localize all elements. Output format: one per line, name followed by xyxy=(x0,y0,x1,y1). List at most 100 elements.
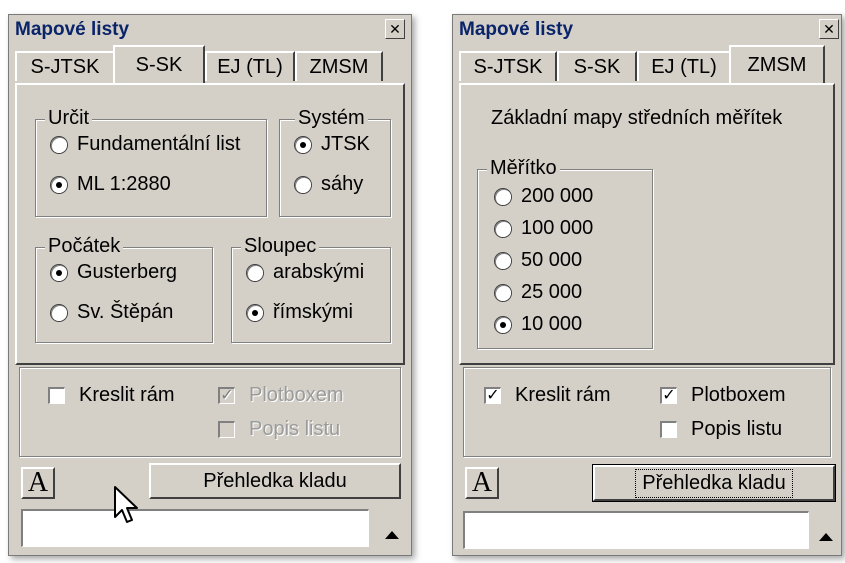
group-pocatek-legend: Počátek xyxy=(45,235,124,257)
left-dialog: Mapové listy ✕ S-JTSK S-SK EJ (TL) ZMSM … xyxy=(8,14,412,556)
group-system-legend: Systém xyxy=(295,107,368,129)
checkbox-indicator xyxy=(660,421,677,438)
tab-strip: S-JTSK S-SK EJ (TL) ZMSM xyxy=(459,45,835,83)
checkbox-label: Popis listu xyxy=(249,418,341,440)
radio-label: Gusterberg xyxy=(77,261,178,283)
font-button[interactable]: A xyxy=(465,467,499,499)
radio-label: arabskými xyxy=(273,261,365,283)
radio-label: 25 000 xyxy=(521,281,583,303)
radio-label: 200 000 xyxy=(521,185,594,207)
font-button[interactable]: A xyxy=(21,467,55,499)
radio-indicator xyxy=(495,188,511,205)
text-input[interactable] xyxy=(463,511,809,549)
radio-indicator xyxy=(495,316,511,333)
tab-s-jtsk[interactable]: S-JTSK xyxy=(459,51,557,81)
tab-zmsm[interactable]: ZMSM xyxy=(295,51,383,81)
close-icon: ✕ xyxy=(389,21,401,37)
tab-page-s-sk: Určit Fundamentální list ML 1:2880 Systé… xyxy=(15,83,405,365)
radio-indicator xyxy=(247,304,263,321)
prehledka-kladu-button[interactable]: Přehledka kladu xyxy=(592,464,836,502)
radio-indicator xyxy=(295,136,311,153)
checkbox-label: Plotboxem xyxy=(249,384,344,406)
radio-ml-1-2880[interactable]: ML 1:2880 xyxy=(51,173,171,196)
radio-indicator xyxy=(51,136,67,153)
radio-200000[interactable]: 200 000 xyxy=(495,185,593,208)
radio-label: JTSK xyxy=(321,133,370,155)
options-group: ✓ Kreslit rám ✓ Plotboxem Popis listu xyxy=(463,367,831,457)
scroll-up-arrow-icon[interactable] xyxy=(819,533,833,541)
title-bar: Mapové listy ✕ xyxy=(9,15,411,43)
radio-rimskymi[interactable]: římskými xyxy=(247,301,353,324)
radio-25000[interactable]: 25 000 xyxy=(495,281,582,304)
group-system: Systém JTSK sáhy xyxy=(279,107,391,217)
right-dialog: Mapové listy ✕ S-JTSK S-SK EJ (TL) ZMSM … xyxy=(452,14,842,556)
close-button[interactable]: ✕ xyxy=(385,19,405,39)
radio-fundamentalni-list[interactable]: Fundamentální list xyxy=(51,133,240,156)
radio-100000[interactable]: 100 000 xyxy=(495,217,593,240)
tab-s-jtsk[interactable]: S-JTSK xyxy=(15,51,115,81)
radio-indicator xyxy=(51,176,67,193)
radio-indicator xyxy=(495,252,511,269)
group-urcit-legend: Určit xyxy=(45,107,93,129)
checkbox-label: Popis listu xyxy=(691,418,783,440)
radio-label: sáhy xyxy=(321,173,364,195)
check-plotboxem[interactable]: ✓ Plotboxem xyxy=(660,384,786,407)
close-button[interactable]: ✕ xyxy=(819,19,839,39)
checkbox-label: Kreslit rám xyxy=(515,384,611,406)
radio-indicator xyxy=(51,264,67,281)
radio-indicator xyxy=(51,304,67,321)
checkbox-label: Plotboxem xyxy=(691,384,786,406)
radio-sv-stepan[interactable]: Sv. Štěpán xyxy=(51,301,173,324)
radio-10000[interactable]: 10 000 xyxy=(495,313,582,336)
radio-label: ML 1:2880 xyxy=(77,173,171,195)
text-input[interactable] xyxy=(21,509,369,547)
dialog-title: Mapové listy xyxy=(15,19,130,40)
checkbox-indicator xyxy=(218,421,235,438)
check-kreslit-ram[interactable]: Kreslit rám xyxy=(48,384,175,407)
tab-s-sk[interactable]: S-SK xyxy=(557,51,637,81)
radio-arabskymi[interactable]: arabskými xyxy=(247,261,364,284)
group-pocatek: Počátek Gusterberg Sv. Štěpán xyxy=(35,235,213,343)
group-meritko-legend: Měřítko xyxy=(487,157,560,179)
button-label: Přehledka kladu xyxy=(635,468,793,498)
checkbox-indicator: ✓ xyxy=(660,387,677,404)
tab-ej-tl[interactable]: EJ (TL) xyxy=(205,51,295,81)
dialog-title: Mapové listy xyxy=(459,19,574,40)
checkbox-indicator: ✓ xyxy=(484,387,501,404)
title-bar: Mapové listy ✕ xyxy=(453,15,841,43)
radio-50000[interactable]: 50 000 xyxy=(495,249,582,272)
check-kreslit-ram[interactable]: ✓ Kreslit rám xyxy=(484,384,611,407)
radio-indicator xyxy=(247,264,263,281)
checkbox-indicator xyxy=(48,387,65,404)
radio-label: Sv. Štěpán xyxy=(77,301,174,323)
tab-strip: S-JTSK S-SK EJ (TL) ZMSM xyxy=(15,45,405,83)
group-meritko: Měřítko 200 000 100 000 50 000 25 000 10… xyxy=(477,157,653,349)
radio-label: římskými xyxy=(273,301,353,323)
checkbox-label: Kreslit rám xyxy=(79,384,175,406)
mouse-cursor-icon xyxy=(114,486,138,523)
radio-jtsk[interactable]: JTSK xyxy=(295,133,370,156)
radio-indicator xyxy=(495,284,511,301)
check-plotboxem[interactable]: ✓ Plotboxem xyxy=(218,384,344,407)
zmsm-heading: Základní mapy středních měřítek xyxy=(491,107,783,129)
prehledka-kladu-button[interactable]: Přehledka kladu xyxy=(149,463,401,499)
radio-gusterberg[interactable]: Gusterberg xyxy=(51,261,177,284)
radio-indicator xyxy=(495,220,511,237)
group-urcit: Určit Fundamentální list ML 1:2880 xyxy=(35,107,267,217)
scroll-up-arrow-icon[interactable] xyxy=(385,531,399,539)
radio-sahy[interactable]: sáhy xyxy=(295,173,363,196)
radio-label: Fundamentální list xyxy=(77,133,241,155)
radio-label: 100 000 xyxy=(521,217,594,239)
check-popis-listu[interactable]: Popis listu xyxy=(218,418,340,441)
group-sloupec: Sloupec arabskými římskými xyxy=(231,235,391,343)
group-sloupec-legend: Sloupec xyxy=(241,235,320,257)
tab-s-sk[interactable]: S-SK xyxy=(113,45,205,83)
radio-indicator xyxy=(295,176,311,193)
radio-label: 50 000 xyxy=(521,249,583,271)
options-group: Kreslit rám ✓ Plotboxem Popis listu xyxy=(19,367,401,457)
button-label: Přehledka kladu xyxy=(203,469,347,492)
check-popis-listu[interactable]: Popis listu xyxy=(660,418,782,441)
close-icon: ✕ xyxy=(823,21,835,37)
tab-ej-tl[interactable]: EJ (TL) xyxy=(637,51,731,81)
tab-zmsm[interactable]: ZMSM xyxy=(729,45,825,83)
